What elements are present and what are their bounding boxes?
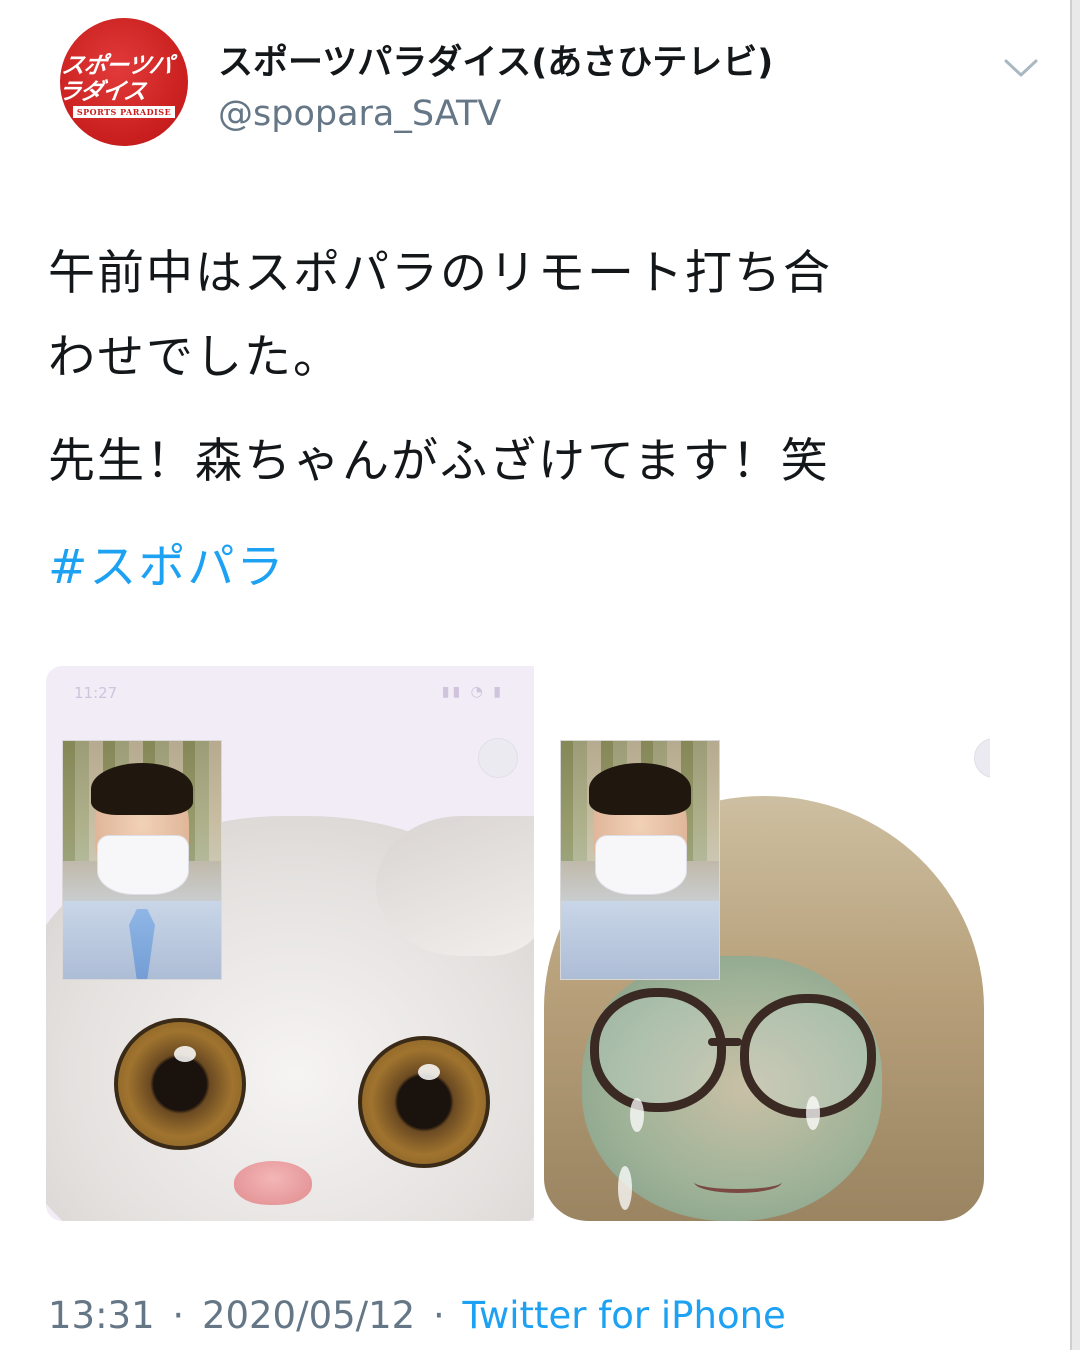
avatar-logo-subtext: SPORTS PARADISE	[72, 105, 176, 118]
avatar[interactable]: スポーツパラダイス SPORTS PARADISE	[56, 18, 188, 146]
video-inset-man	[560, 740, 720, 980]
girl-mouth-image	[694, 1171, 782, 1193]
glasses-bridge	[708, 1038, 742, 1046]
hashtag-link[interactable]: #スポパラ	[48, 528, 285, 597]
separator: ·	[432, 1294, 445, 1337]
tweet-text-line: 午前中はスポパラのリモート打ち合	[48, 246, 832, 301]
tweet-media[interactable]: 11:27 ▮▮ ◔ ▮	[46, 666, 990, 1221]
faint-ui-dot	[478, 738, 518, 778]
tweet-date[interactable]: 2020/05/12	[202, 1294, 415, 1337]
media-image-left[interactable]: 11:27 ▮▮ ◔ ▮	[46, 666, 534, 1221]
tweet-text-line: わせでした。	[48, 330, 342, 385]
chevron-down-icon[interactable]	[1002, 56, 1040, 80]
cat-ear-image	[376, 816, 534, 956]
cat-eye-image	[358, 1036, 490, 1168]
tweet-text: 午前中はスポパラのリモート打ち合 わせでした。 先生！森ちゃんがふざけてます！笑	[48, 232, 1038, 506]
scroll-edge	[1072, 0, 1080, 1350]
status-icons: ▮▮ ◔ ▮	[441, 684, 504, 700]
media-image-right[interactable]	[544, 666, 990, 1221]
user-handle[interactable]: @spopara_SATV	[218, 94, 501, 134]
faint-ui-dot	[974, 738, 990, 778]
display-name[interactable]: スポーツパラダイス(あさひテレビ)	[218, 34, 773, 85]
tweet-footer: 13:31 · 2020/05/12 · Twitter for iPhone	[48, 1294, 786, 1337]
cat-nose-image	[234, 1161, 312, 1205]
avatar-logo-text: スポーツパラダイス	[56, 52, 174, 105]
tweet-time: 13:31	[48, 1294, 155, 1337]
video-inset-man	[62, 740, 222, 980]
tear-image	[630, 1098, 644, 1132]
glasses-icon	[590, 988, 726, 1112]
separator: ·	[172, 1294, 185, 1337]
tweet-text-line: 先生！森ちゃんがふざけてます！笑	[48, 434, 830, 489]
tear-image	[806, 1096, 820, 1130]
cat-eye-image	[114, 1018, 246, 1150]
tweet-source-link[interactable]: Twitter for iPhone	[463, 1294, 786, 1337]
tear-image	[618, 1166, 632, 1210]
status-time: 11:27	[74, 684, 118, 702]
